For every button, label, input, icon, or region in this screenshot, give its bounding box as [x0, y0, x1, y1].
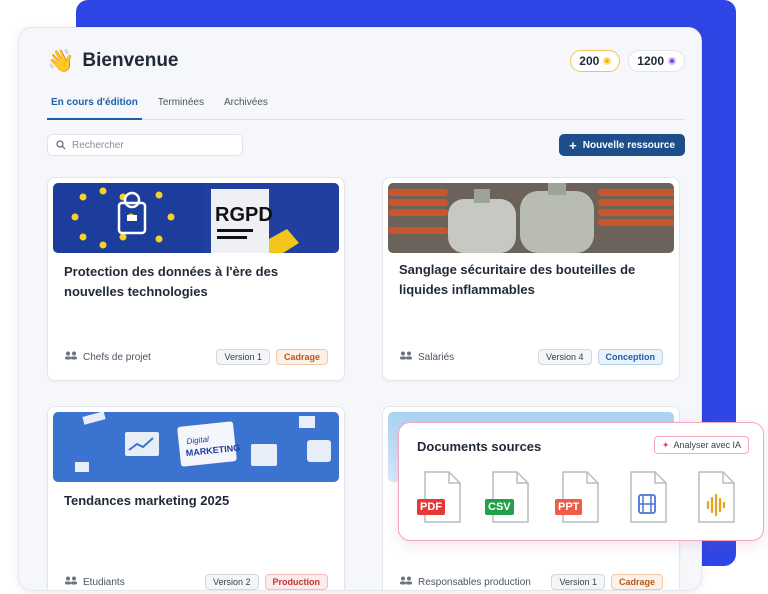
search-box — [47, 134, 243, 156]
card-audience: Salariés — [399, 351, 532, 363]
card-audience: Responsables production — [399, 576, 545, 588]
plus-icon: + — [569, 137, 577, 153]
page-header: 👋 Bienvenue — [47, 50, 179, 72]
video-file-icon[interactable] — [627, 471, 667, 523]
card-footer: Etudiants Version 2 Production — [64, 573, 328, 590]
new-resource-button[interactable]: + Nouvelle ressource — [559, 134, 685, 156]
stage-badge: Conception — [597, 349, 663, 365]
card-footer: Responsables production Version 1 Cadrag… — [399, 573, 663, 590]
resource-card[interactable]: Sanglage sécuritaire des bouteilles de l… — [382, 177, 680, 381]
resource-card[interactable]: RGPD Protection des données à l'ère des … — [47, 177, 345, 381]
analyze-ai-label: Analyser avec IA — [673, 440, 741, 450]
credit-value: 1200 — [637, 54, 664, 68]
card-audience: Chefs de projet — [64, 351, 210, 363]
audience-label: Etudiants — [83, 576, 125, 588]
users-icon — [64, 576, 78, 588]
search-icon — [56, 140, 66, 150]
card-image-gas-cylinders — [388, 183, 674, 253]
tab-terminees[interactable]: Terminées — [154, 96, 208, 120]
version-badge: Version 1 — [216, 349, 270, 365]
card-audience: Etudiants — [64, 576, 199, 588]
pdf-file-icon[interactable]: PDF — [417, 471, 461, 523]
credit-counters: 200 1200 — [570, 50, 685, 72]
audio-file-icon[interactable] — [695, 471, 735, 523]
new-resource-label: Nouvelle ressource — [582, 139, 675, 151]
stage-badge: Cadrage — [275, 349, 328, 365]
stage-badge: Cadrage — [610, 574, 663, 590]
version-badge: Version 2 — [204, 574, 259, 590]
credit-counter-coins[interactable]: 200 — [570, 50, 621, 72]
ppt-label: PPT — [555, 499, 583, 515]
users-icon — [399, 351, 413, 363]
search-input[interactable] — [72, 139, 232, 151]
sparkle-icon: ✦ — [661, 439, 670, 450]
card-image-marketing: Digital MARKETING — [53, 412, 339, 482]
stage-badge: Production — [264, 574, 328, 590]
tab-bar: En cours d'édition Terminées Archivées — [47, 96, 685, 120]
audience-label: Salariés — [418, 351, 455, 363]
documents-title: Documents sources — [417, 439, 542, 454]
ppt-file-icon[interactable]: PPT — [555, 471, 599, 523]
card-image-gdpr: RGPD — [53, 183, 339, 253]
waving-hand-icon: 👋 — [47, 48, 75, 73]
csv-file-icon[interactable]: CSV — [485, 471, 529, 523]
card-title: Protection des données à l'ère des nouve… — [64, 264, 279, 299]
credit-counter-tokens[interactable]: 1200 — [628, 50, 685, 72]
card-title: Sanglage sécuritaire des bouteilles de l… — [399, 262, 636, 297]
card-footer: Salariés Version 4 Conception — [399, 348, 663, 366]
credit-value: 200 — [579, 54, 600, 68]
card-title: Tendances marketing 2025 — [64, 493, 230, 508]
documents-sources-panel: Documents sources ✦ Analyser avec IA PDF… — [398, 422, 764, 541]
version-badge: Version 4 — [537, 349, 592, 365]
page-title: Bienvenue — [82, 50, 179, 71]
analyze-ai-button[interactable]: ✦ Analyser avec IA — [653, 436, 749, 454]
tab-en-cours[interactable]: En cours d'édition — [47, 96, 142, 120]
audience-label: Chefs de projet — [83, 351, 151, 363]
resource-card[interactable]: Digital MARKETING Tendances marketing 20… — [47, 406, 345, 590]
audience-label: Responsables production — [418, 576, 531, 588]
tab-archivees[interactable]: Archivées — [220, 96, 272, 120]
token-icon — [668, 57, 676, 65]
card-footer: Chefs de projet Version 1 Cadrage — [64, 348, 328, 366]
csv-label: CSV — [485, 499, 514, 515]
version-badge: Version 1 — [551, 574, 605, 590]
users-icon — [64, 351, 78, 363]
rgpd-label: RGPD — [215, 204, 273, 226]
coin-icon — [603, 57, 612, 65]
pdf-label: PDF — [417, 499, 445, 515]
users-icon — [399, 576, 413, 588]
